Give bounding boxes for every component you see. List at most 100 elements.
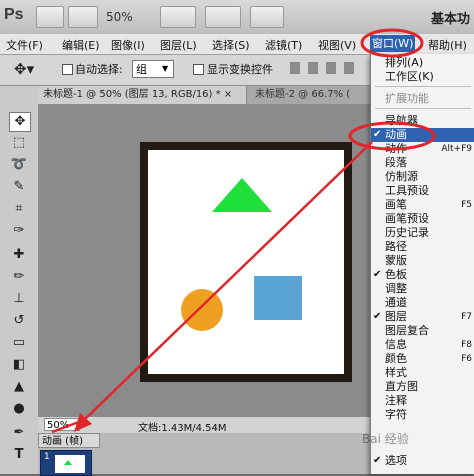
lasso-tool-icon[interactable]: ➰ (9, 156, 29, 174)
window-menu-item-label: 蒙版 (385, 254, 407, 267)
document-canvas[interactable] (140, 142, 352, 382)
window-menu-item[interactable]: 图层复合 (371, 324, 474, 338)
window-menu-item-label: 排列(A) (385, 56, 424, 69)
menu-layer[interactable]: 图层(L) (160, 37, 197, 53)
frame-thumbnail (55, 455, 85, 473)
window-menu-item[interactable]: 通道 (371, 296, 474, 310)
menu-window[interactable]: 窗口(W) (370, 35, 416, 52)
window-menu-item[interactable]: 蒙版 (371, 254, 474, 268)
window-menu-item-label: 色板 (385, 268, 407, 281)
type-tool-icon[interactable]: T (9, 446, 29, 464)
marquee-tool-icon[interactable]: ⬚ (9, 134, 29, 152)
align-left-icon[interactable] (344, 62, 354, 74)
window-menu-item-label: 直方图 (385, 380, 418, 393)
green-triangle-shape (212, 178, 272, 212)
move-tool-icon[interactable]: ✥ (9, 112, 31, 132)
window-menu-item-label: 画笔预设 (385, 212, 429, 225)
window-menu-item[interactable]: 历史记录 (371, 226, 474, 240)
window-menu-item[interactable]: 调整 (371, 282, 474, 296)
auto-select-checkbox[interactable] (62, 64, 73, 75)
hand-tool-button[interactable] (68, 6, 98, 28)
menu-file[interactable]: 文件(F) (6, 37, 43, 53)
bridge-button[interactable] (36, 6, 64, 28)
show-transform-label: 显示变换控件 (207, 63, 273, 76)
menu-help[interactable]: 帮助(H) (428, 37, 467, 53)
quick-select-tool-icon[interactable]: ✎ (9, 178, 29, 196)
orange-circle-shape (181, 289, 223, 331)
checkmark-icon: ✔ (373, 455, 382, 466)
window-menu-item[interactable]: 字符 (371, 408, 474, 422)
frame-number: 1 (44, 452, 50, 462)
window-menu-item[interactable]: 直方图 (371, 380, 474, 394)
menu-separator (375, 108, 471, 109)
eraser-tool-icon[interactable]: ▭ (9, 334, 29, 352)
window-menu-item-label: 图层 (385, 310, 407, 323)
zoom-level[interactable]: 50% (106, 10, 133, 24)
window-menu-item-label: 仿制源 (385, 170, 418, 183)
healing-brush-icon[interactable]: ✚ (9, 246, 29, 264)
window-menu-item[interactable]: 工具预设 (371, 184, 474, 198)
window-menu-dropdown: 排列(A) 工作区(K) 扩展功能 导航器 ✔ 动画 动作 Alt+F9 段落 仿制源 工具预设 画笔… (370, 54, 474, 474)
window-menu-item[interactable]: ✔ 选项 (371, 454, 474, 468)
menu-edit[interactable]: 编辑(E) (62, 37, 100, 53)
document-size-info: 文档:1.43M/4.54M (138, 423, 227, 434)
window-menu-item-label: 扩展功能 (385, 92, 429, 105)
view-extras-button[interactable] (160, 6, 196, 28)
brush-tool-icon[interactable]: ✏ (9, 268, 29, 286)
align-middle-icon[interactable] (308, 62, 318, 74)
window-menu-item: 扩展功能 (371, 92, 474, 106)
status-zoom-field[interactable]: 50% (44, 418, 80, 431)
align-bottom-icon[interactable] (326, 62, 336, 74)
window-menu-item[interactable]: ✔ 动画 (371, 128, 474, 142)
window-menu-item[interactable]: 导航器 (371, 114, 474, 128)
window-menu-item-label: 字符 (385, 408, 407, 421)
window-menu-item-label: 颜色 (385, 352, 407, 365)
animation-frame-1[interactable]: 1 (40, 450, 92, 476)
gradient-tool-icon[interactable]: ◧ (9, 356, 29, 374)
history-brush-icon[interactable]: ↺ (9, 312, 29, 330)
window-menu-item-label: 动画 (385, 128, 407, 141)
window-menu-item-label: 选项 (385, 454, 407, 467)
tab-untitled-2[interactable]: 未标题-2 @ 66.7% ( (250, 86, 355, 104)
blue-square-shape (254, 276, 302, 320)
menu-select[interactable]: 选择(S) (212, 37, 250, 53)
window-menu-item[interactable]: 动作 Alt+F9 (371, 142, 474, 156)
window-menu-item-label: 工作区(K) (385, 70, 434, 83)
window-menu-item[interactable]: 工作区(K) (371, 70, 474, 84)
animation-panel-tab[interactable]: 动画 (帧) (38, 433, 100, 448)
menu-image[interactable]: 图像(I) (111, 37, 145, 53)
move-tool-preset-icon[interactable]: ✥▾ (14, 60, 34, 78)
window-menu-item[interactable]: 排列(A) (371, 56, 474, 70)
window-menu-item[interactable]: 段落 (371, 156, 474, 170)
workspace-switcher[interactable]: 基本功 (431, 8, 470, 27)
window-menu-item[interactable]: 信息 F8 (371, 338, 474, 352)
window-menu-item[interactable]: 样式 (371, 366, 474, 380)
window-menu-item[interactable]: ✔ 图层 F7 (371, 310, 474, 324)
dodge-tool-icon[interactable]: ● (9, 400, 29, 418)
clone-stamp-icon[interactable]: ⊥ (9, 290, 29, 308)
window-menu-item[interactable]: 画笔 F5 (371, 198, 474, 212)
align-top-icon[interactable] (290, 62, 300, 74)
window-menu-item[interactable]: 仿制源 (371, 170, 474, 184)
checkmark-icon: ✔ (373, 269, 382, 280)
window-menu-item-label: 工具预设 (385, 184, 429, 197)
menu-filter[interactable]: 滤镜(T) (265, 37, 302, 53)
crop-tool-icon[interactable]: ⌗ (9, 200, 29, 218)
window-menu-item[interactable]: 注释 (371, 394, 474, 408)
window-menu-item[interactable]: ✔ 色板 (371, 268, 474, 282)
screen-mode-button[interactable] (250, 6, 284, 28)
eyedropper-tool-icon[interactable]: ✑ (9, 222, 29, 240)
checkmark-icon: ✔ (373, 311, 382, 322)
window-menu-item-label: 路径 (385, 240, 407, 253)
window-menu-item[interactable]: 路径 (371, 240, 474, 254)
window-menu-item[interactable]: 画笔预设 (371, 212, 474, 226)
window-menu-item-label: 调整 (385, 282, 407, 295)
blur-tool-icon[interactable]: ▲ (9, 378, 29, 396)
tab-untitled-1[interactable]: 未标题-1 @ 50% (图层 13, RGB/16) * × (38, 86, 247, 104)
show-transform-checkbox[interactable] (193, 64, 204, 75)
menu-view[interactable]: 视图(V) (318, 37, 356, 53)
pen-tool-icon[interactable]: ✒ (9, 424, 29, 442)
window-menu-item-shortcut: F6 (461, 354, 472, 364)
arrange-documents-button[interactable] (205, 6, 241, 28)
window-menu-item[interactable]: 颜色 F6 (371, 352, 474, 366)
